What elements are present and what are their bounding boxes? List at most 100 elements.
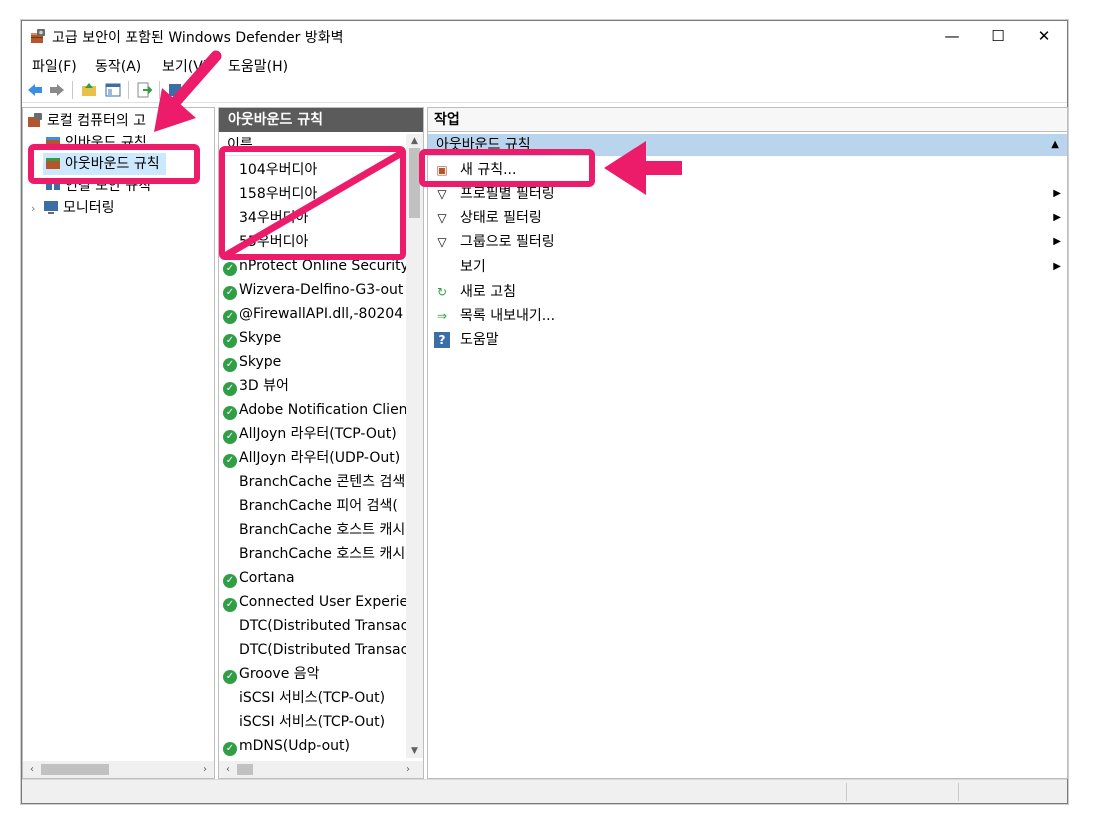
action-label: 새로 고침 [460,284,516,300]
action-label: 보기 [460,259,486,275]
enabled-check-icon: ✓ [223,406,237,420]
rule-row[interactable]: ✓ AllJoyn 라우터(TCP-Out) [219,422,407,446]
annotation-arrow-new-rule [604,141,682,195]
rule-row[interactable]: iSCSI 서비스(TCP-Out) [219,710,407,734]
show-hide-tree-icon[interactable] [104,81,122,99]
menu-help[interactable]: 도움말(H) [228,56,288,76]
title-bar: 고급 보안이 포함된 Windows Defender 방화벽 — ☐ ✕ [22,21,1067,51]
tree-item-monitor[interactable]: › 모니터링 [31,197,115,219]
action-label: 목록 내보내기... [460,308,556,324]
action-item[interactable]: ▽ 그룹으로 필터링 ▶ [428,230,1067,254]
rule-name: DTC(Distributed Transaction [239,618,407,634]
scroll-down-arrow-icon[interactable]: ▼ [406,744,423,758]
menu-action[interactable]: 동작(A) [95,56,141,76]
tree-root[interactable]: 로컬 컴퓨터의 고 [27,110,146,132]
help-icon: ? [434,332,450,348]
scroll-thumb[interactable] [41,764,109,775]
expand-chevron-icon[interactable]: › [31,198,43,220]
rule-name: Groove 음악 [239,666,320,682]
annotation-strike-line [224,150,404,258]
minimize-button[interactable]: — [929,21,975,51]
rule-name: BranchCache 콘텐츠 검색 [239,474,406,490]
rule-row[interactable]: DTC(Distributed Transaction [219,614,407,638]
rule-row[interactable]: ✓ Skype [219,350,407,374]
action-item[interactable]: ↻ 새로 고침 [428,280,1067,304]
rule-name: nProtect Online Security [239,258,407,274]
filter-icon: ▽ [437,187,447,201]
enabled-check-icon: ✓ [223,454,237,468]
forward-icon[interactable] [48,81,66,99]
rule-row[interactable]: BranchCache 호스트 캐시 [219,542,407,566]
up-folder-icon[interactable] [80,81,98,99]
close-button[interactable]: ✕ [1021,21,1067,51]
collapse-caret-icon[interactable]: ▲ [1051,134,1059,156]
rule-name: @FirewallAPI.dll,-80204 [239,306,404,322]
list-horizontal-scrollbar[interactable]: ‹ › [219,761,423,778]
maximize-button[interactable]: ☐ [975,21,1021,51]
rule-name: Wizvera-Delfino-G3-out [239,282,404,298]
scroll-right-arrow-icon[interactable]: › [401,761,415,778]
rule-row[interactable]: ✓Connected User Experience [219,590,407,614]
tree-horizontal-scrollbar[interactable]: ‹ › [23,761,214,778]
scroll-thumb[interactable] [237,764,253,775]
submenu-arrow-icon: ▶ [1053,236,1061,247]
rule-name: iSCSI 서비스(TCP-Out) [239,690,386,706]
rule-name: Skype [239,354,282,370]
action-item[interactable]: ⇒ 목록 내보내기... [428,304,1067,328]
tree-item-monitor-label: 모니터링 [63,200,115,216]
rule-name: BranchCache 피어 검색( [239,498,398,514]
rule-row[interactable]: ✓ Groove 음악 [219,662,407,686]
actions-header: 작업 [428,108,1067,132]
action-label: 그룹으로 필터링 [460,234,555,250]
toolbar-separator [72,81,73,99]
action-item[interactable]: ▽ 상태로 필터링 ▶ [428,206,1067,230]
rule-name: iSCSI 서비스(TCP-Out) [239,714,386,730]
rule-row[interactable]: ✓ Skype [219,326,407,350]
enabled-check-icon: ✓ [223,382,237,396]
scroll-right-arrow-icon[interactable]: › [198,761,212,778]
rule-row[interactable]: ✓ AllJoyn 라우터(UDP-Out) [219,446,407,470]
rule-row[interactable]: iSCSI 서비스(TCP-Out) [219,686,407,710]
rule-row[interactable]: DTC(Distributed Transaction [219,638,407,662]
submenu-arrow-icon: ▶ [1053,188,1061,199]
rule-row[interactable]: ✓ mDNS(Udp-out) [219,734,407,758]
enabled-check-icon: ✓ [223,310,237,324]
scroll-left-arrow-icon[interactable]: ‹ [25,761,39,778]
rule-name: BranchCache 호스트 캐시 [239,546,406,562]
rule-row[interactable]: BranchCache 피어 검색( [219,494,407,518]
rule-name: Cortana [239,570,295,586]
rule-name: 3D 뷰어 [239,378,289,394]
rule-name: Adobe Notification Client [239,402,407,418]
submenu-arrow-icon: ▶ [1053,261,1061,272]
enabled-check-icon: ✓ [223,430,237,444]
rule-row[interactable]: ✓ Cortana [219,566,407,590]
rule-name: mDNS(Udp-out) [239,738,350,754]
scroll-left-arrow-icon[interactable]: ‹ [221,761,235,778]
rule-row[interactable]: BranchCache 콘텐츠 검색 [219,470,407,494]
status-bar [22,779,1067,803]
rule-row[interactable]: ✓ Wizvera-Delfino-G3-out [219,278,407,302]
enabled-check-icon: ✓ [223,358,237,372]
navigation-tree: 로컬 컴퓨터의 고 인바운드 규칙 아웃바운드 규칙 연결 보안 규칙 › 모니… [22,107,215,779]
rule-name: AllJoyn 라우터(UDP-Out) [239,450,401,466]
rule-name: AllJoyn 라우터(TCP-Out) [239,426,397,442]
rule-name: Connected User Experience [239,594,407,610]
rule-row[interactable]: ✓ @FirewallAPI.dll,-80204 [219,302,407,326]
enabled-check-icon: ✓ [223,262,237,276]
rule-row[interactable]: ✓ Adobe Notification Client [219,398,407,422]
menu-file[interactable]: 파일(F) [32,56,77,76]
back-icon[interactable] [26,81,44,99]
filter-icon: ▽ [437,235,447,249]
rule-name: DTC(Distributed Transaction [239,642,407,658]
action-item[interactable]: 보기 ▶ [428,255,1067,279]
action-label: 도움말 [460,332,499,348]
rule-row[interactable]: ✓ 3D 뷰어 [219,374,407,398]
firewall-app-icon [31,29,45,43]
rule-row[interactable]: BranchCache 호스트 캐시 [219,518,407,542]
action-item[interactable]: ? 도움말 [428,328,1067,352]
enabled-check-icon: ✓ [223,598,237,612]
tree-root-label: 로컬 컴퓨터의 고 [47,113,147,129]
list-vertical-scrollbar[interactable]: ▲ ▼ [406,134,423,758]
annotation-box-new-rule [419,149,595,187]
scroll-up-arrow-icon[interactable]: ▲ [406,134,423,148]
